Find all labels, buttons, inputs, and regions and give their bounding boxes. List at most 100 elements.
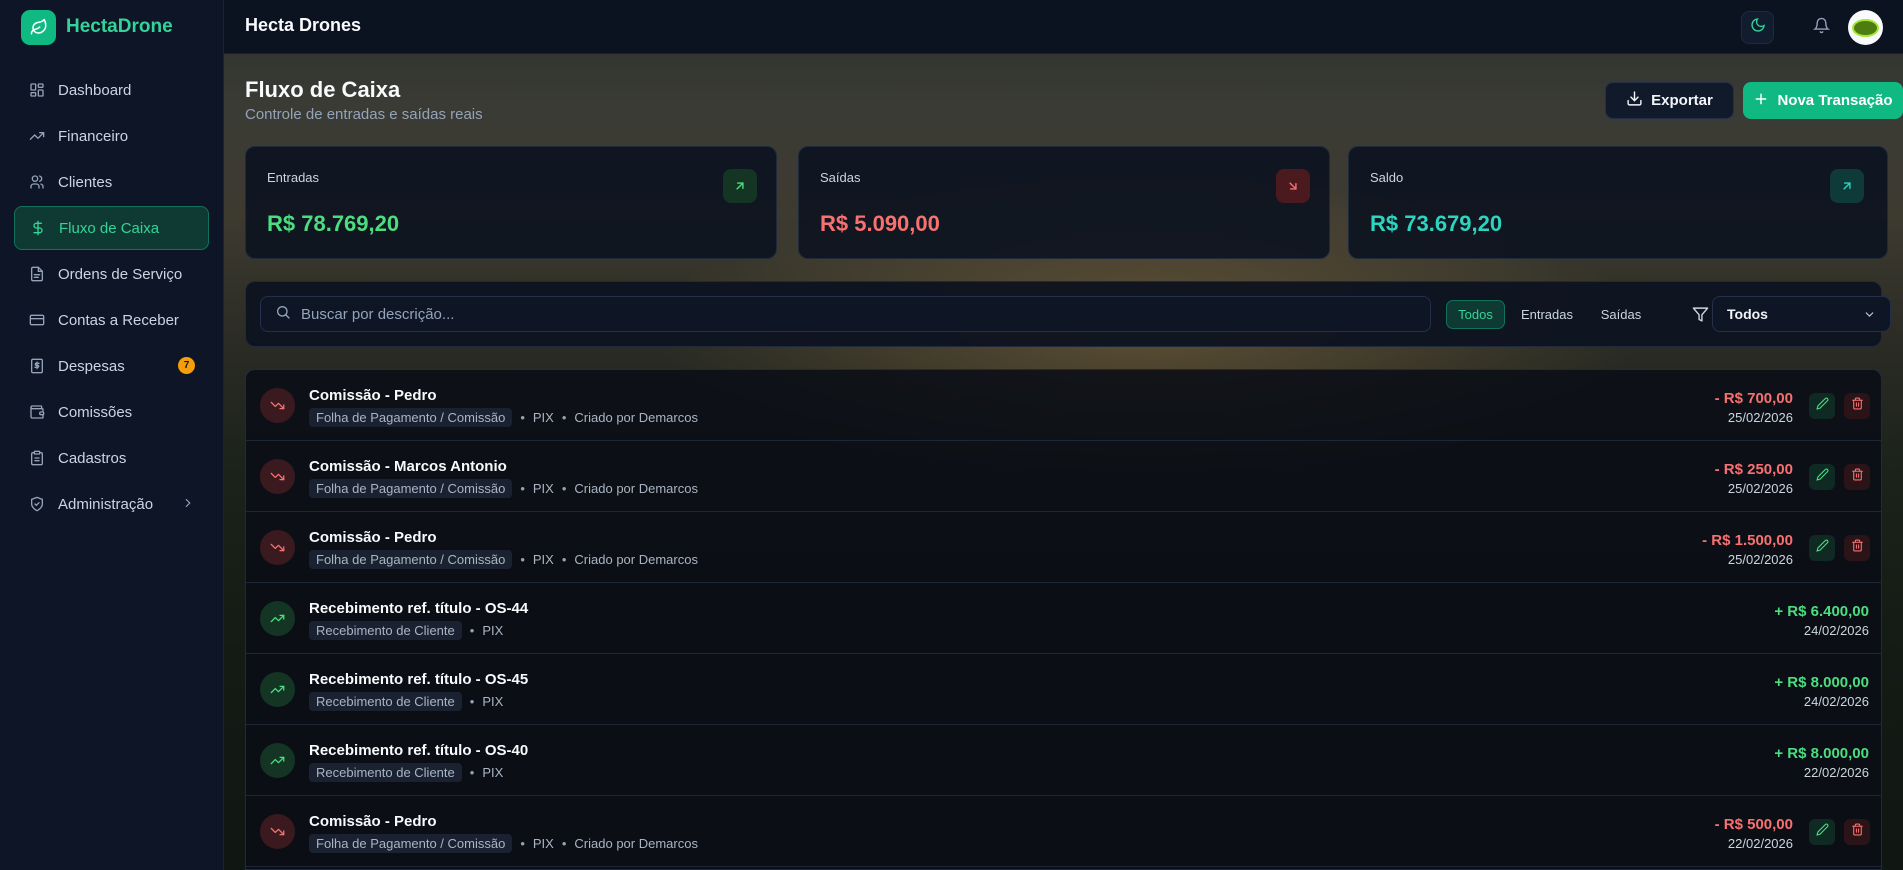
table-row[interactable]: Comissão - Pedro Folha de Pagamento / Co… bbox=[246, 796, 1881, 867]
sidebar-item-label: Administração bbox=[58, 495, 154, 513]
category-tag: Folha de Pagamento / Comissão bbox=[309, 479, 513, 498]
card-label: Saldo bbox=[1370, 170, 1404, 185]
row-title: Comissão - Pedro bbox=[309, 813, 437, 830]
filter-tab-entradas[interactable]: Entradas bbox=[1510, 300, 1584, 329]
search-icon bbox=[275, 304, 291, 325]
sidebar-item-fluxo-de-caixa[interactable]: Fluxo de Caixa bbox=[14, 206, 209, 250]
new-transaction-label: Nova Transação bbox=[1777, 92, 1893, 109]
amount: - R$ 1.500,00 bbox=[1702, 532, 1793, 549]
date: 22/02/2026 bbox=[1727, 836, 1793, 851]
trending-up-icon bbox=[28, 127, 46, 145]
category-tag: Folha de Pagamento / Comissão bbox=[309, 408, 513, 427]
sidebar-item-financeiro[interactable]: Financeiro bbox=[14, 114, 209, 158]
card-value: R$ 78.769,20 bbox=[267, 211, 400, 236]
filter-icon bbox=[1692, 306, 1709, 328]
row-meta: Folha de Pagamento / Comissão • PIX • Cr… bbox=[309, 550, 698, 569]
sidebar-item-contas-a-receber[interactable]: Contas a Receber bbox=[14, 298, 209, 342]
delete-button[interactable] bbox=[1844, 464, 1870, 490]
edit-button[interactable] bbox=[1809, 464, 1835, 490]
category-tag: Recebimento de Cliente bbox=[309, 621, 462, 640]
table-row[interactable]: Comissão - Pedro Folha de Pagamento / Co… bbox=[246, 370, 1881, 441]
sidebar-item-label: Clientes bbox=[58, 173, 113, 191]
trash-icon bbox=[1851, 468, 1864, 486]
payment-method: PIX bbox=[532, 481, 554, 496]
search-input[interactable] bbox=[301, 305, 1401, 323]
edit-button[interactable] bbox=[1809, 819, 1835, 845]
amount: + R$ 8.000,00 bbox=[1774, 674, 1869, 691]
credit-card-icon bbox=[28, 311, 46, 329]
sidebar-item-cadastros[interactable]: Cadastros bbox=[14, 436, 209, 480]
brand[interactable]: HectaDrone bbox=[0, 0, 223, 54]
sidebar-item-label: Financeiro bbox=[58, 127, 129, 145]
trending-up-icon bbox=[260, 743, 295, 778]
separator-dot: • bbox=[561, 552, 567, 567]
avatar[interactable] bbox=[1848, 10, 1883, 45]
trash-icon bbox=[1851, 397, 1864, 415]
download-icon bbox=[1626, 90, 1651, 111]
avatar-logo bbox=[1852, 18, 1879, 37]
card-entradas: Entradas R$ 78.769,20 bbox=[245, 146, 777, 259]
receipt-icon bbox=[28, 357, 46, 375]
card-saidas: Saídas R$ 5.090,00 bbox=[798, 146, 1330, 259]
notifications-button[interactable] bbox=[1805, 11, 1838, 44]
row-title: Recebimento ref. título - OS-40 bbox=[309, 742, 529, 759]
sidebar-item-label: Despesas bbox=[58, 357, 125, 375]
sidebar-item-label: Ordens de Serviço bbox=[58, 265, 183, 283]
sidebar-item-ordens-de-servico[interactable]: Ordens de Serviço bbox=[14, 252, 209, 296]
separator-dot: • bbox=[520, 481, 525, 496]
table-row[interactable]: Comissão - Marcos Antonio Folha de Pagam… bbox=[246, 441, 1881, 512]
amount: - R$ 700,00 bbox=[1714, 390, 1793, 407]
date: 25/02/2026 bbox=[1727, 481, 1793, 496]
delete-button[interactable] bbox=[1844, 819, 1870, 845]
plus-icon bbox=[1753, 91, 1777, 111]
table-row[interactable]: Recebimento ref. título - OS-40 Recebime… bbox=[246, 725, 1881, 796]
sidebar-item-label: Dashboard bbox=[58, 81, 132, 99]
bell-icon bbox=[1812, 17, 1831, 39]
delete-button[interactable] bbox=[1844, 393, 1870, 419]
dashboard-icon bbox=[28, 81, 46, 99]
table-row[interactable]: Recebimento ref. título - OS-44 Recebime… bbox=[246, 583, 1881, 654]
delete-button[interactable] bbox=[1844, 535, 1870, 561]
pencil-icon bbox=[1815, 539, 1829, 557]
row-meta: Folha de Pagamento / Comissão • PIX • Cr… bbox=[309, 479, 698, 498]
export-button[interactable]: Exportar bbox=[1605, 82, 1734, 119]
filter-tab-todos[interactable]: Todos bbox=[1446, 300, 1505, 329]
users-icon bbox=[28, 173, 46, 191]
row-title: Recebimento ref. título - OS-44 bbox=[309, 600, 529, 617]
date: 24/02/2026 bbox=[1803, 694, 1869, 709]
date: 22/02/2026 bbox=[1803, 765, 1869, 780]
sidebar-item-clientes[interactable]: Clientes bbox=[14, 160, 209, 204]
main-content: Hecta Drones Fluxo de Caixa Controle de … bbox=[224, 0, 1903, 870]
search-field[interactable] bbox=[260, 296, 1431, 332]
table-row[interactable]: Comissão - Pedro Folha de Pagamento / Co… bbox=[246, 512, 1881, 583]
file-text-icon bbox=[28, 265, 46, 283]
sidebar-item-label: Comissões bbox=[58, 403, 133, 421]
creator: Criado por Demarcos bbox=[574, 836, 698, 851]
category-select[interactable]: Todos bbox=[1712, 296, 1891, 332]
separator-dot: • bbox=[520, 836, 525, 851]
separator-dot: • bbox=[520, 552, 525, 567]
sidebar-item-despesas[interactable]: Despesas 7 bbox=[14, 344, 209, 388]
category-tag: Folha de Pagamento / Comissão bbox=[309, 550, 513, 569]
sidebar-item-dashboard[interactable]: Dashboard bbox=[14, 68, 209, 112]
theme-toggle-button[interactable] bbox=[1741, 11, 1774, 44]
sidebar-item-comissoes[interactable]: Comissões bbox=[14, 390, 209, 434]
separator-dot: • bbox=[469, 765, 475, 780]
dollar-icon bbox=[29, 219, 47, 237]
date: 25/02/2026 bbox=[1727, 552, 1793, 567]
new-transaction-button[interactable]: Nova Transação bbox=[1743, 82, 1903, 119]
trending-down-icon bbox=[260, 814, 295, 849]
amount: + R$ 6.400,00 bbox=[1774, 603, 1869, 620]
trash-icon bbox=[1851, 823, 1864, 841]
edit-button[interactable] bbox=[1809, 393, 1835, 419]
shield-icon bbox=[28, 495, 46, 513]
edit-button[interactable] bbox=[1809, 535, 1835, 561]
sidebar-item-administracao[interactable]: Administração bbox=[14, 482, 209, 526]
brand-name: HectaDrone bbox=[66, 16, 173, 37]
card-value: R$ 5.090,00 bbox=[820, 211, 940, 236]
table-row[interactable]: Recebimento ref. título - OS-45 Recebime… bbox=[246, 654, 1881, 725]
filter-tab-saidas[interactable]: Saídas bbox=[1589, 300, 1653, 329]
row-meta: Recebimento de Cliente • PIX bbox=[309, 692, 503, 711]
export-label: Exportar bbox=[1651, 92, 1713, 109]
category-tag: Folha de Pagamento / Comissão bbox=[309, 834, 513, 853]
